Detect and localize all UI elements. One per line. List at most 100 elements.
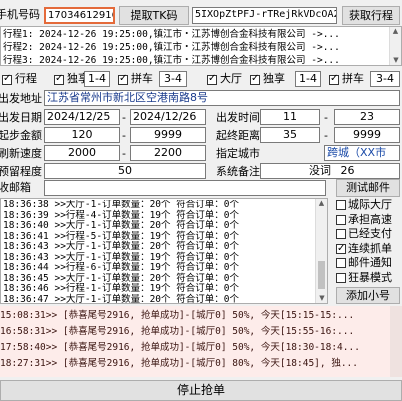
result-box[interactable]: 15:08:31>> [恭喜尾号2916, 抢单成功]-[城厅0] 50%, 今…: [0, 306, 402, 377]
carpool2-checkbox[interactable]: [329, 73, 339, 86]
result-line: 17:58:40>> [恭喜尾号2916, 抢单成功]-[城厅0] 50%, 今…: [0, 342, 360, 353]
side-option-checkbox[interactable]: [336, 272, 346, 283]
result-line: 16:58:31>> [恭喜尾号2916, 抢单成功]-[城厅0] 50%, 今…: [0, 326, 355, 337]
carpool2-checkbox-label: 拼车: [342, 72, 364, 85]
amount-to-input[interactable]: 9999: [130, 127, 206, 143]
side-option-checkbox[interactable]: [336, 214, 346, 225]
city-label: 指定城市: [216, 147, 260, 160]
min-amount-label: 起步金额: [0, 129, 42, 142]
remark-value: 没词: [309, 164, 331, 177]
depart-address-label: 出发地址: [0, 92, 42, 105]
carpool2-range-input[interactable]: 3-4: [370, 71, 400, 87]
result-line: 18:27:31>> [恭喜尾号2916, 抢单成功]-[城厅0] 80%, 今…: [0, 358, 358, 369]
trip-checkbox-label: 行程: [15, 72, 37, 85]
side-option-checkbox[interactable]: [336, 242, 346, 256]
trip-item[interactable]: 行程1: 2024-12-26 19:25:00,镇江市・江苏博创合金科技有限公…: [3, 28, 388, 41]
trip-checkbox[interactable]: [2, 73, 12, 86]
email-label: 收邮箱: [0, 181, 31, 194]
exclusive-range-input[interactable]: 1-4: [84, 71, 110, 87]
carpool-checkbox-label: 拼车: [131, 72, 153, 85]
phone-input[interactable]: 17034612916: [44, 7, 115, 24]
city-select[interactable]: 跨城（XX市: [324, 145, 400, 161]
add-account-button[interactable]: 添加小号: [336, 287, 400, 304]
side-option-label: 城际大厅: [348, 198, 392, 211]
scroll-up-icon[interactable]: ▲: [316, 199, 327, 208]
scroll-down-icon[interactable]: ▼: [316, 294, 327, 303]
get-trip-button[interactable]: 获取行程: [342, 6, 400, 25]
refresh-from-input[interactable]: 2000: [44, 145, 120, 161]
range-dash: -: [122, 147, 126, 160]
refresh-to-input[interactable]: 2200: [130, 145, 206, 161]
scroll-down-icon[interactable]: ▼: [390, 56, 401, 65]
filter-row: 行程 独享 1-4 拼车 3-4 大厅 独享 1-4 拼车 3-4: [0, 70, 402, 88]
exclusive2-checkbox[interactable]: [250, 73, 260, 86]
trip-item[interactable]: 行程2: 2024-12-26 19:25:00,镇江市・江苏博创合金科技有限公…: [3, 41, 388, 54]
range-dash: -: [324, 129, 328, 142]
range-dash: -: [122, 129, 126, 142]
log-box[interactable]: 18:36:38 >>大厅-1-订单数量：20个 符合订单：0个 18:36:39…: [0, 198, 328, 304]
side-option[interactable]: 承担高速: [336, 213, 402, 228]
distance-from-input[interactable]: 35: [260, 127, 320, 143]
scroll-up-icon[interactable]: ▲: [390, 27, 401, 36]
depart-date-label: 出发日期: [0, 111, 42, 124]
side-option-checkbox[interactable]: [336, 229, 346, 239]
log-line: 18:36:38 >>大厅-1-订单数量：20个 符合订单：0个: [3, 200, 239, 210]
range-dash: -: [122, 111, 126, 124]
exclusive2-checkbox-label: 独享: [263, 72, 285, 85]
side-option[interactable]: 狂暴模式: [336, 271, 402, 286]
side-option-label: 已经支付: [348, 227, 392, 240]
stop-grab-button[interactable]: 停止抢单: [0, 380, 402, 401]
side-option[interactable]: 邮件通知: [336, 256, 402, 271]
distance-to-input[interactable]: 9999: [334, 127, 400, 143]
email-input[interactable]: [44, 180, 326, 196]
side-option[interactable]: 城际大厅: [336, 198, 402, 213]
exclusive2-range-input[interactable]: 1-4: [295, 71, 321, 87]
trip-item[interactable]: 行程3: 2024-12-26 19:25:00,镇江市・江苏博创合金科技有限公…: [3, 54, 388, 65]
side-option[interactable]: 连续抓单: [336, 241, 402, 256]
side-option-checkbox[interactable]: [336, 258, 346, 268]
test-email-button[interactable]: 测试邮件: [336, 179, 400, 197]
side-option-label: 狂暴模式: [348, 270, 392, 284]
scroll-thumb[interactable]: [318, 261, 325, 289]
log-line: 18:36:40 >>大厅-1-订单数量：20个 符合订单：0个: [3, 220, 239, 231]
trip-list[interactable]: 行程1: 2024-12-26 19:25:00,镇江市・江苏博创合金科技有限公…: [0, 26, 402, 66]
priority-label: 预留程度: [0, 165, 42, 178]
phone-label: 手机号码: [0, 8, 40, 21]
side-option-label: 邮件通知: [348, 256, 392, 269]
side-options: 城际大厅承担高速已经支付连续抓单邮件通知狂暴模式: [336, 198, 402, 286]
side-option-checkbox[interactable]: [336, 200, 346, 210]
date-from-input[interactable]: 2024/12/25: [44, 109, 120, 125]
range-dash: -: [324, 111, 328, 124]
carpool-range-input[interactable]: 3-4: [159, 71, 187, 87]
amount-from-input[interactable]: 120: [44, 127, 120, 143]
side-option-label: 连续抓单: [348, 241, 392, 255]
hall-checkbox-label: 大厅: [220, 72, 242, 85]
date-to-input[interactable]: 2024/12/26: [130, 109, 206, 125]
token-input[interactable]: 5IXOpZtPFJ-rTRejRkVDcOA2: [192, 7, 337, 24]
exclusive-checkbox[interactable]: [54, 73, 64, 86]
log-lines: 18:36:38 >>大厅-1-订单数量：20个 符合订单：0个 18:36:39…: [3, 200, 315, 304]
log-line: 18:36:46 >>行程-1-订单数量：19个 符合订单：0个: [3, 283, 239, 294]
time-from-input[interactable]: 11: [260, 109, 320, 125]
result-scrollbar[interactable]: [390, 306, 402, 377]
extract-token-button[interactable]: 提取TK码: [119, 6, 189, 25]
time-to-input[interactable]: 23: [334, 109, 400, 125]
depart-time-label: 出发时间: [216, 111, 260, 124]
priority-input[interactable]: 50: [44, 163, 206, 179]
refresh-speed-label: 刷新速度: [0, 147, 42, 160]
log-line: 18:36:47 >>大厅-1-订单数量：20个 符合订单：0个: [3, 293, 239, 304]
carpool-checkbox[interactable]: [118, 73, 128, 86]
log-line: 18:36:44 >>行程-6-订单数量：19个 符合订单：0个: [3, 262, 239, 273]
remark-input[interactable]: 没词 26: [260, 163, 400, 179]
log-line: 18:36:43 >>大厅-1-订单数量：20个 符合订单：0个: [3, 241, 239, 252]
remark-label: 系统备注: [216, 165, 260, 178]
depart-address-input[interactable]: 江苏省常州市新北区空港南路8号: [44, 90, 400, 106]
trip-list-scrollbar[interactable]: ▲ ▼: [389, 27, 401, 65]
hall-checkbox[interactable]: [207, 73, 217, 86]
side-option-label: 承担高速: [348, 212, 392, 226]
side-option[interactable]: 已经支付: [336, 227, 402, 242]
log-scrollbar[interactable]: ▲ ▼: [315, 199, 327, 303]
result-line: 15:08:31>> [恭喜尾号2916, 抢单成功]-[城厅0] 50%, 今…: [0, 310, 355, 321]
remark-count: 26: [340, 164, 355, 177]
distance-label: 起终距离: [216, 129, 260, 142]
